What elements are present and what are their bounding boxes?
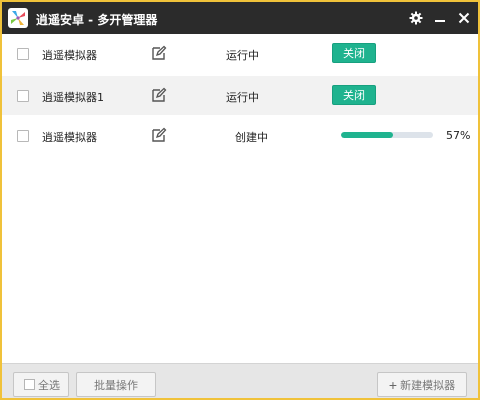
window-title: 逍遥安卓 - 多开管理器 bbox=[36, 13, 158, 27]
gear-icon[interactable] bbox=[406, 8, 426, 28]
edit-icon[interactable] bbox=[151, 45, 167, 61]
close-instance-button[interactable]: 关闭 bbox=[332, 43, 376, 63]
create-progress-bar bbox=[341, 132, 433, 138]
title-bar[interactable]: 逍遥安卓 - 多开管理器 bbox=[2, 2, 478, 34]
list-item[interactable]: 逍遥模拟器 创建中 57% bbox=[2, 116, 478, 155]
instance-name: 逍遥模拟器 bbox=[42, 131, 97, 144]
edit-icon[interactable] bbox=[151, 127, 167, 143]
multi-instance-manager-window: 逍遥安卓 - 多开管理器 逍遥模拟器 运行中 关闭 逍遥模拟器1 运行中 关闭 … bbox=[0, 0, 480, 400]
row-checkbox[interactable] bbox=[17, 130, 29, 142]
app-logo-icon bbox=[8, 8, 28, 28]
close-icon[interactable] bbox=[454, 8, 474, 28]
instance-status: 运行中 bbox=[226, 49, 259, 62]
instance-status: 运行中 bbox=[226, 91, 259, 104]
select-all-button[interactable]: 全选 bbox=[13, 372, 69, 397]
edit-icon[interactable] bbox=[151, 87, 167, 103]
batch-operation-button[interactable]: 批量操作 bbox=[76, 372, 156, 397]
minimize-icon[interactable] bbox=[430, 8, 450, 28]
progress-fill bbox=[341, 132, 394, 138]
instance-name: 逍遥模拟器1 bbox=[42, 91, 104, 104]
progress-percent: 57% bbox=[446, 129, 471, 142]
footer-bar: 全选 批量操作 + 新建模拟器 bbox=[2, 363, 478, 398]
select-all-checkbox bbox=[24, 379, 35, 390]
list-item[interactable]: 逍遥模拟器 运行中 关闭 bbox=[2, 34, 478, 73]
select-all-label: 全选 bbox=[38, 379, 60, 392]
row-checkbox[interactable] bbox=[17, 48, 29, 60]
plus-icon: + bbox=[388, 376, 398, 393]
new-emulator-button[interactable]: + 新建模拟器 bbox=[377, 372, 467, 397]
list-item[interactable]: 逍遥模拟器1 运行中 关闭 bbox=[2, 76, 478, 115]
instance-name: 逍遥模拟器 bbox=[42, 49, 97, 62]
close-instance-button[interactable]: 关闭 bbox=[332, 85, 376, 105]
instance-status: 创建中 bbox=[235, 131, 268, 144]
row-checkbox[interactable] bbox=[17, 90, 29, 102]
new-emulator-label: 新建模拟器 bbox=[400, 379, 456, 392]
